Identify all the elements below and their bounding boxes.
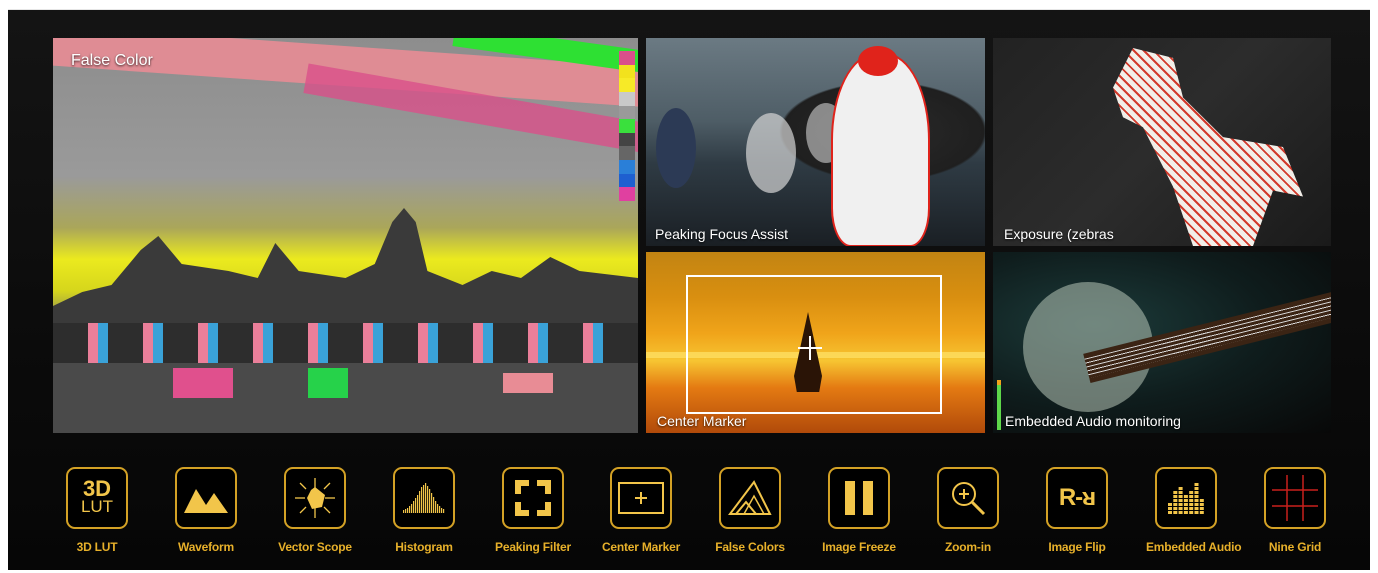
tool-label: Center Marker — [601, 540, 681, 554]
false-color-scale-swatch — [619, 160, 635, 174]
lut-icon-text: 3D — [82, 476, 112, 501]
feature-panel: False Color Peaking Focus Assist Exposur… — [8, 9, 1370, 570]
exposure-preview: Exposure (zebras — [993, 38, 1331, 246]
tool-image-freeze[interactable]: Image Freeze — [819, 467, 899, 554]
tool-label: False Colors — [715, 540, 785, 554]
center-marker-frame — [686, 275, 942, 414]
false-color-scale-swatch — [619, 91, 635, 106]
center-marker-preview: Center Marker — [646, 252, 985, 433]
tool-label: Waveform — [178, 540, 234, 554]
audio-meter-icon — [1155, 467, 1217, 529]
tile-label-false-color: False Color — [71, 52, 153, 69]
center-marker-icon — [610, 467, 672, 529]
false-color-scale-swatch — [619, 146, 635, 161]
tool-image-flip[interactable]: R-ᴚ Image Flip — [1037, 467, 1117, 554]
tool-label: Nine Grid — [1268, 540, 1322, 554]
tool-label: 3D LUT — [76, 540, 118, 554]
tool-waveform[interactable]: Waveform — [166, 467, 246, 554]
bridge — [53, 323, 638, 363]
tool-zoom-in[interactable]: Zoom-in — [928, 467, 1008, 554]
false-color-scale — [619, 51, 635, 202]
zoom-in-icon — [937, 467, 999, 529]
tool-label: Histogram — [395, 540, 453, 554]
tool-histogram[interactable]: Histogram — [384, 467, 464, 554]
tool-label: Zoom-in — [945, 540, 991, 554]
false-color-scale-swatch — [619, 119, 635, 133]
nine-grid-icon — [1264, 467, 1326, 529]
tool-center-marker[interactable]: Center Marker — [601, 467, 681, 554]
tool-embedded-audio[interactable]: Embedded Audio — [1146, 467, 1242, 554]
tool-label: Embedded Audio — [1146, 540, 1242, 554]
false-color-scale-swatch — [619, 64, 635, 79]
tool-3d-lut[interactable]: 3D LUT 3D LUT — [57, 467, 137, 554]
false-colors-icon — [719, 467, 781, 529]
tile-label-center-marker: Center Marker — [657, 413, 747, 429]
false-color-highlight — [503, 373, 553, 393]
image-flip-icon-text: R-ᴚ — [1058, 484, 1096, 511]
waveform-icon — [175, 467, 237, 529]
3d-lut-icon: 3D LUT — [66, 467, 128, 529]
tile-label-peaking: Peaking Focus Assist — [655, 226, 789, 242]
tile-label-audio: Embedded Audio monitoring — [1005, 413, 1181, 429]
cyclist — [746, 113, 796, 193]
false-color-highlight — [173, 368, 233, 398]
tool-label: Image Flip — [1048, 540, 1106, 554]
false-color-scale-swatch — [619, 132, 635, 147]
image-flip-icon: R-ᴚ — [1046, 467, 1108, 529]
audio-level-meter — [997, 380, 1001, 430]
peaking-filter-icon — [502, 467, 564, 529]
tool-label: Image Freeze — [822, 540, 896, 554]
histogram-icon — [393, 467, 455, 529]
cyclist-highlighted — [831, 53, 930, 246]
tool-false-colors[interactable]: False Colors — [710, 467, 790, 554]
tile-label-exposure: Exposure (zebras — [1004, 226, 1114, 242]
vector-scope-icon — [284, 467, 346, 529]
tool-nine-grid[interactable]: Nine Grid — [1255, 467, 1335, 554]
false-color-scale-swatch — [619, 105, 635, 120]
cyclist — [656, 108, 696, 188]
audio-preview: Embedded Audio monitoring — [993, 252, 1331, 433]
false-color-preview: False Color — [53, 38, 638, 433]
helmet — [858, 46, 898, 76]
false-color-scale-swatch — [619, 187, 635, 202]
false-color-scale-swatch — [619, 51, 635, 65]
false-color-scale-swatch — [619, 173, 635, 188]
peaking-preview: Peaking Focus Assist — [646, 38, 985, 246]
tool-peaking-filter[interactable]: Peaking Filter — [493, 467, 573, 554]
horse-zebra-overlay — [1113, 48, 1303, 246]
false-color-scale-swatch — [619, 78, 635, 92]
lut-icon-text: LUT — [80, 497, 114, 516]
tool-vector-scope[interactable]: Vector Scope — [275, 467, 355, 554]
false-color-highlight — [308, 368, 348, 398]
pause-icon — [828, 467, 890, 529]
center-cross — [809, 336, 811, 360]
tool-label: Peaking Filter — [495, 540, 571, 554]
tool-label: Vector Scope — [278, 540, 352, 554]
